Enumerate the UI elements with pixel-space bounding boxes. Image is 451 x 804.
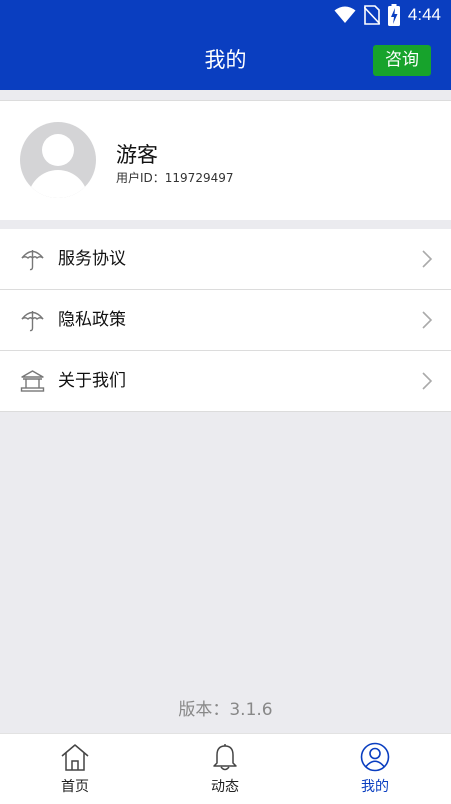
chevron-right-icon <box>422 372 433 390</box>
tab-mine[interactable]: 我的 <box>300 734 450 804</box>
chevron-right-icon <box>422 250 433 268</box>
tab-label: 动态 <box>211 779 239 795</box>
avatar[interactable] <box>20 122 96 198</box>
profile-card[interactable]: 游客 用户ID：119729497 <box>0 100 451 220</box>
menu-item-service-agreement[interactable]: 服务协议 <box>0 229 451 290</box>
version-text: 版本：3.1.6 <box>178 700 273 720</box>
menu-item-privacy-policy[interactable]: 隐私政策 <box>0 290 451 351</box>
menu-list: 服务协议 隐私政策 关于我们 <box>0 229 451 412</box>
tab-home[interactable]: 首页 <box>0 734 150 804</box>
avatar-head-shape <box>42 134 74 166</box>
status-icons: 4:44 <box>334 4 441 26</box>
tab-label: 我的 <box>361 779 389 795</box>
tab-news[interactable]: 动态 <box>150 734 300 804</box>
status-time: 4:44 <box>407 5 441 24</box>
bottom-tab-bar: 首页 动态 我的 <box>0 733 451 804</box>
umbrella-icon <box>21 311 44 332</box>
wifi-icon <box>334 6 356 23</box>
menu-item-label: 服务协议 <box>58 249 126 269</box>
user-name: 游客 <box>116 143 158 167</box>
no-sim-icon <box>363 5 380 25</box>
bank-icon <box>20 370 45 392</box>
battery-charging-icon <box>387 4 400 26</box>
user-icon <box>360 742 390 772</box>
app-bar: 我的 咨询 <box>0 30 451 90</box>
menu-item-about-us[interactable]: 关于我们 <box>0 351 451 412</box>
umbrella-icon <box>21 250 44 271</box>
chevron-right-icon <box>422 311 433 329</box>
avatar-body-shape <box>28 170 88 198</box>
menu-item-label: 隐私政策 <box>58 310 126 330</box>
user-id: 用户ID：119729497 <box>116 171 234 185</box>
status-bar: 4:44 <box>0 0 451 30</box>
home-icon <box>61 744 89 771</box>
consult-button[interactable]: 咨询 <box>373 45 431 76</box>
menu-item-label: 关于我们 <box>58 371 126 391</box>
tab-label: 首页 <box>61 779 89 795</box>
bell-icon <box>213 744 237 771</box>
